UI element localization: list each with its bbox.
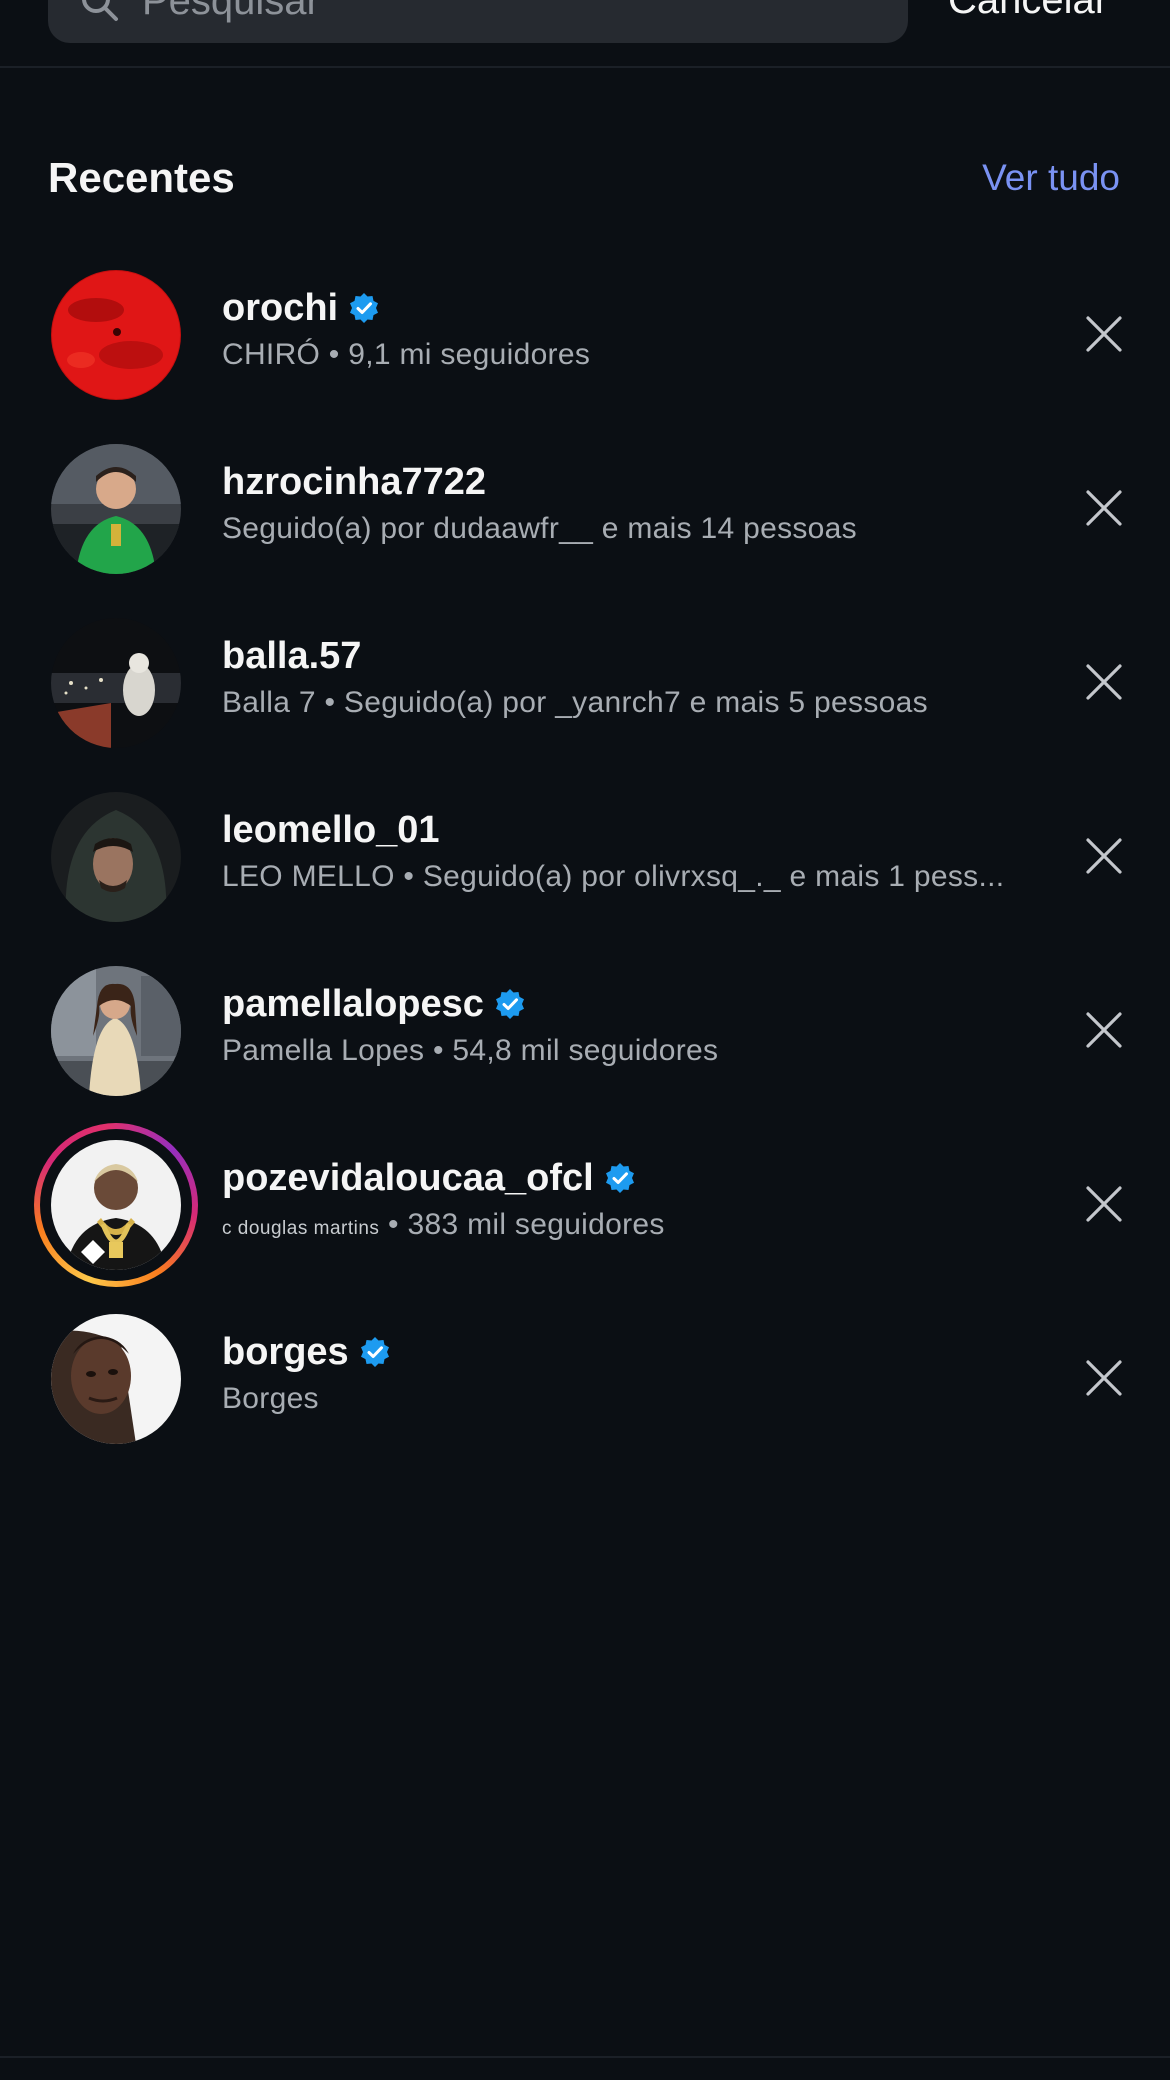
subtitle: Seguido(a) por dudaawfr__ e mais 14 pess… bbox=[222, 512, 1042, 546]
verified-badge-icon bbox=[604, 1162, 636, 1194]
username-line: pamellalopesc bbox=[222, 980, 1042, 1028]
close-icon bbox=[1086, 1186, 1122, 1222]
list-item[interactable]: borges Borges bbox=[0, 1302, 1170, 1476]
username: orochi bbox=[222, 286, 339, 329]
username-line: balla.57 bbox=[222, 632, 1042, 680]
subtitle-details: LEO MELLO • Seguido(a) por olivrxsq_._ e… bbox=[222, 860, 1005, 893]
verified-badge-icon bbox=[494, 988, 526, 1020]
person-green-shirt-avatar bbox=[51, 444, 181, 574]
list-item[interactable]: leomello_01 LEO MELLO • Seguido(a) por o… bbox=[0, 780, 1170, 954]
remove-recent-button[interactable] bbox=[1084, 1010, 1124, 1050]
remove-recent-button[interactable] bbox=[1084, 314, 1124, 354]
list-item[interactable]: pozevidaloucaa_ofcl c douglas martins • … bbox=[0, 1123, 1170, 1302]
username: borges bbox=[222, 1330, 349, 1373]
close-icon bbox=[1086, 1360, 1122, 1396]
list-item[interactable]: balla.57 Balla 7 • Seguido(a) por _yanrc… bbox=[0, 606, 1170, 780]
man-portrait-avatar bbox=[51, 1314, 181, 1444]
close-icon bbox=[1086, 838, 1122, 874]
remove-recent-button[interactable] bbox=[1084, 1358, 1124, 1398]
row-text: hzrocinha7722 Seguido(a) por dudaawfr__ … bbox=[222, 458, 1042, 546]
avatar[interactable] bbox=[48, 441, 184, 577]
red-planet-avatar bbox=[51, 270, 181, 400]
search-input[interactable] bbox=[142, 0, 842, 24]
subtitle-details: • 9,1 mi seguidores bbox=[320, 338, 591, 371]
username: hzrocinha7722 bbox=[222, 460, 486, 503]
subtitle-details: Seguido(a) por dudaawfr__ e mais 14 pess… bbox=[222, 512, 857, 545]
avatar[interactable] bbox=[48, 1311, 184, 1447]
subtitle: Balla 7 • Seguido(a) por _yanrch7 e mais… bbox=[222, 686, 1042, 720]
see-all-link[interactable]: Ver tudo bbox=[982, 148, 1120, 208]
remove-recent-button[interactable] bbox=[1084, 1184, 1124, 1224]
avatar[interactable] bbox=[34, 1123, 198, 1287]
subtitle-details: Pamella Lopes • 54,8 mil seguidores bbox=[222, 1034, 719, 1067]
recent-section-header: Recentes Ver tudo bbox=[48, 148, 1120, 208]
subtitle: c douglas martins • 383 mil seguidores bbox=[222, 1208, 1042, 1242]
verified-badge-icon bbox=[348, 292, 380, 324]
remove-recent-button[interactable] bbox=[1084, 488, 1124, 528]
username-line: orochi bbox=[222, 284, 1042, 332]
username: pozevidaloucaa_ofcl bbox=[222, 1156, 594, 1199]
list-item[interactable]: orochi CHIRÓ • 9,1 mi seguidores bbox=[0, 258, 1170, 432]
avatar[interactable] bbox=[48, 789, 184, 925]
row-text: borges Borges bbox=[222, 1328, 1042, 1416]
avatar[interactable] bbox=[48, 267, 184, 403]
username-line: hzrocinha7722 bbox=[222, 458, 1042, 506]
subtitle-details: Borges bbox=[222, 1382, 319, 1415]
subtitle: LEO MELLO • Seguido(a) por olivrxsq_._ e… bbox=[222, 860, 1042, 894]
row-text: leomello_01 LEO MELLO • Seguido(a) por o… bbox=[222, 806, 1042, 894]
avatar[interactable] bbox=[48, 963, 184, 1099]
row-text: pozevidaloucaa_ofcl c douglas martins • … bbox=[222, 1154, 1042, 1242]
remove-recent-button[interactable] bbox=[1084, 836, 1124, 876]
username: leomello_01 bbox=[222, 808, 440, 851]
display-name: CHIRÓ bbox=[222, 338, 321, 371]
woman-street-avatar bbox=[51, 966, 181, 1096]
man-gold-chains-avatar bbox=[51, 1140, 181, 1270]
recent-results-list: orochi CHIRÓ • 9,1 mi seguidores hzrocin… bbox=[0, 258, 1170, 1476]
subtitle: CHIRÓ • 9,1 mi seguidores bbox=[222, 338, 1042, 372]
search-icon bbox=[78, 0, 120, 23]
hooded-person-avatar bbox=[51, 792, 181, 922]
close-icon bbox=[1086, 1012, 1122, 1048]
bottom-divider bbox=[0, 2056, 1170, 2058]
subtitle: Pamella Lopes • 54,8 mil seguidores bbox=[222, 1034, 1042, 1068]
section-title: Recentes bbox=[48, 154, 235, 201]
avatar[interactable] bbox=[48, 615, 184, 751]
subtitle-details: • 383 mil seguidores bbox=[379, 1208, 665, 1241]
list-item[interactable]: hzrocinha7722 Seguido(a) por dudaawfr__ … bbox=[0, 432, 1170, 606]
verified-badge-icon bbox=[359, 1336, 391, 1368]
display-name: c douglas martins bbox=[222, 1218, 380, 1239]
list-item[interactable]: pamellalopesc Pamella Lopes • 54,8 mil s… bbox=[0, 954, 1170, 1128]
close-icon bbox=[1086, 316, 1122, 352]
close-icon bbox=[1086, 664, 1122, 700]
row-text: pamellalopesc Pamella Lopes • 54,8 mil s… bbox=[222, 980, 1042, 1068]
row-text: balla.57 Balla 7 • Seguido(a) por _yanrc… bbox=[222, 632, 1042, 720]
search-header: Cancelar bbox=[0, 0, 1170, 68]
subtitle-details: Balla 7 • Seguido(a) por _yanrch7 e mais… bbox=[222, 686, 928, 719]
username-line: pozevidaloucaa_ofcl bbox=[222, 1154, 1042, 1202]
cancel-button[interactable]: Cancelar bbox=[948, 0, 1108, 23]
subtitle: Borges bbox=[222, 1382, 1042, 1416]
username: pamellalopesc bbox=[222, 982, 484, 1025]
username-line: leomello_01 bbox=[222, 806, 1042, 854]
row-text: orochi CHIRÓ • 9,1 mi seguidores bbox=[222, 284, 1042, 372]
search-box[interactable] bbox=[48, 0, 908, 43]
remove-recent-button[interactable] bbox=[1084, 662, 1124, 702]
night-city-avatar bbox=[51, 618, 181, 748]
close-icon bbox=[1086, 490, 1122, 526]
username: balla.57 bbox=[222, 634, 362, 677]
username-line: borges bbox=[222, 1328, 1042, 1376]
